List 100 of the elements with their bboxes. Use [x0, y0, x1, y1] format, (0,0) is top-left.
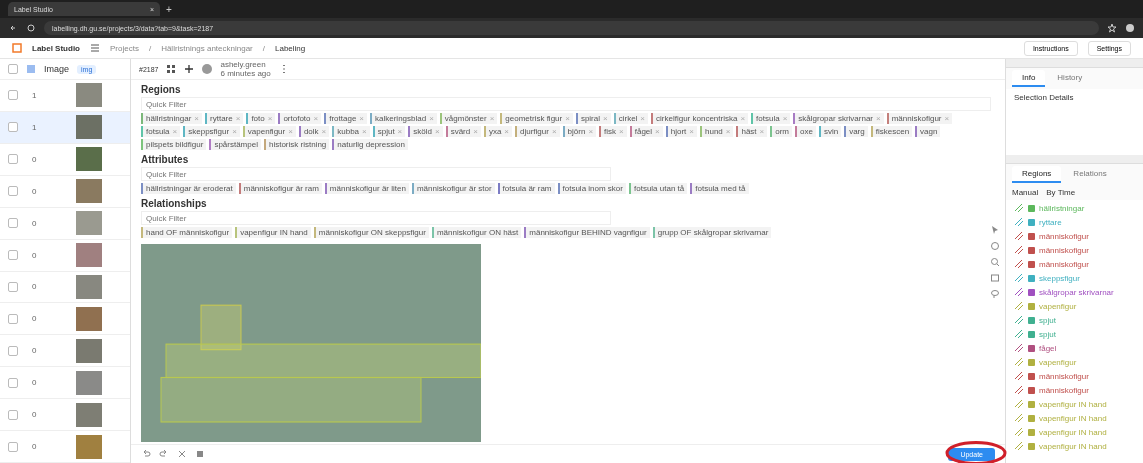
label-tag[interactable]: människofigur × — [886, 113, 953, 124]
task-row[interactable]: 0 — [0, 431, 130, 463]
new-tab-button[interactable]: + — [166, 3, 172, 15]
row-checkbox[interactable] — [8, 313, 18, 324]
task-row[interactable]: 0 — [0, 239, 130, 272]
row-checkbox[interactable] — [8, 218, 18, 229]
label-tag[interactable]: naturlig depression — [332, 139, 408, 150]
star-icon[interactable] — [1107, 23, 1117, 33]
label-tag[interactable]: fotsula utan tå — [629, 183, 688, 194]
grid-icon[interactable] — [166, 64, 177, 74]
row-checkbox[interactable] — [8, 154, 18, 165]
row-checkbox[interactable] — [8, 441, 18, 452]
label-tag[interactable]: människofigur BEHIND vagnfigur — [524, 227, 650, 238]
label-tag[interactable]: spjut × — [372, 126, 406, 137]
label-tag[interactable]: hällristningar × — [141, 113, 203, 124]
label-tag[interactable]: ryttare × — [205, 113, 244, 124]
label-tag[interactable]: björn × — [562, 126, 597, 137]
label-tag[interactable]: cirkelfigur koncentriska × — [651, 113, 749, 124]
sort-button[interactable]: Manual — [1012, 188, 1039, 197]
label-tag[interactable]: hand OF människofigur — [141, 227, 233, 238]
label-tag[interactable]: vapenfigur × — [242, 126, 296, 137]
label-tag[interactable]: människofigur är ram — [238, 183, 322, 194]
label-tag[interactable]: människofigur ON skeppsfigur — [313, 227, 429, 238]
label-tag[interactable]: hund × — [700, 126, 734, 137]
label-tag[interactable]: fisk × — [599, 126, 627, 137]
label-tag[interactable]: skålgropar skrivarnar × — [793, 113, 884, 124]
label-tag[interactable]: geometrisk figur × — [500, 113, 573, 124]
lasso-icon[interactable] — [990, 289, 1000, 299]
region-item[interactable]: människofigur — [1014, 258, 1135, 270]
redo-icon[interactable] — [159, 449, 169, 459]
label-tag[interactable]: cirkel × — [613, 113, 649, 124]
target-icon[interactable] — [990, 241, 1000, 251]
breadcrumb[interactable]: Hällristnings anteckningar — [161, 43, 253, 53]
task-row[interactable]: 0 — [0, 143, 130, 176]
profile-icon[interactable] — [1125, 23, 1135, 33]
label-tag[interactable]: orm — [770, 126, 793, 137]
label-tag[interactable]: människofigur är liten — [324, 183, 409, 194]
task-row[interactable]: 0 — [0, 399, 130, 432]
label-tag[interactable]: historisk ristning — [263, 139, 330, 150]
row-checkbox[interactable] — [8, 186, 18, 197]
row-checkbox[interactable] — [8, 90, 18, 101]
label-tag[interactable]: kubba × — [332, 126, 370, 137]
undo-icon[interactable] — [141, 449, 151, 459]
task-row[interactable]: 0 — [0, 335, 130, 368]
label-tag[interactable]: svärd × — [445, 126, 481, 137]
task-row[interactable]: 0 — [0, 207, 130, 240]
reload-icon[interactable] — [26, 23, 36, 33]
label-tag[interactable]: fotsula med tå — [690, 183, 749, 194]
task-row[interactable]: 1 — [0, 80, 130, 112]
breadcrumb[interactable]: Labeling — [275, 43, 306, 53]
row-checkbox[interactable] — [8, 122, 18, 133]
region-item[interactable]: människofigur — [1014, 370, 1135, 382]
region-item[interactable]: människofigur — [1014, 384, 1135, 396]
label-tag[interactable]: pilspets bildfigur — [141, 139, 207, 150]
label-tag[interactable]: fotsula inom skor — [557, 183, 626, 194]
task-row[interactable]: 0 — [0, 367, 130, 400]
panel-tab[interactable]: Relations — [1063, 166, 1117, 183]
label-tag[interactable]: människofigur är stor — [411, 183, 495, 194]
label-tag[interactable]: spårstämpel — [209, 139, 261, 150]
label-tag[interactable]: fotsula är ram — [497, 183, 555, 194]
breadcrumb[interactable]: Projects — [110, 43, 139, 53]
region-item[interactable]: fågel — [1014, 342, 1135, 354]
task-row[interactable]: 0 — [0, 271, 130, 304]
task-row[interactable]: 1 — [0, 111, 130, 144]
sort-button[interactable]: By Time — [1046, 188, 1076, 197]
row-checkbox[interactable] — [8, 377, 18, 388]
zoom-icon[interactable] — [990, 257, 1000, 267]
label-tag[interactable]: varg — [844, 126, 868, 137]
label-tag[interactable]: vapenfigur IN hand — [235, 227, 311, 238]
label-tag[interactable]: grupp OF skålgropar skrivarnar — [652, 227, 772, 238]
panel-tab[interactable]: Info — [1012, 70, 1046, 87]
menu-icon[interactable] — [90, 43, 100, 53]
label-tag[interactable]: vagn — [915, 126, 941, 137]
label-tag[interactable]: foto × — [246, 113, 276, 124]
row-checkbox[interactable] — [8, 250, 18, 261]
region-item[interactable]: skålgropar skrivarnar — [1014, 286, 1135, 298]
label-tag[interactable]: fotsula × — [141, 126, 181, 137]
label-tag[interactable]: sköld × — [408, 126, 443, 137]
label-tag[interactable]: ortofoto × — [278, 113, 322, 124]
panel-tab[interactable]: History — [1047, 70, 1093, 87]
label-tag[interactable]: dolk × — [298, 126, 330, 137]
label-tag[interactable]: vågmönster × — [439, 113, 498, 124]
back-icon[interactable] — [8, 23, 18, 33]
plus-icon[interactable] — [184, 64, 195, 74]
row-checkbox[interactable] — [8, 409, 18, 420]
select-all-checkbox[interactable] — [8, 64, 18, 74]
label-tag[interactable]: djurfigur × — [515, 126, 560, 137]
label-tag[interactable]: människofigur ON häst — [431, 227, 522, 238]
pointer-icon[interactable] — [990, 225, 1000, 235]
label-tag[interactable]: kalkeringsblad × — [370, 113, 437, 124]
label-tag[interactable]: oxe — [795, 126, 816, 137]
panel-tab[interactable]: Regions — [1012, 166, 1062, 183]
label-tag[interactable]: hällristningar är eroderat — [141, 183, 236, 194]
label-tag[interactable]: spiral × — [575, 113, 611, 124]
label-tag[interactable]: hjort × — [665, 126, 697, 137]
label-tag[interactable]: häst × — [736, 126, 768, 137]
label-tag[interactable]: fågel × — [629, 126, 663, 137]
filter-field[interactable]: Quick Filter — [141, 167, 611, 181]
label-tag[interactable]: frottage × — [324, 113, 367, 124]
filter-field[interactable]: Quick Filter — [141, 97, 991, 111]
